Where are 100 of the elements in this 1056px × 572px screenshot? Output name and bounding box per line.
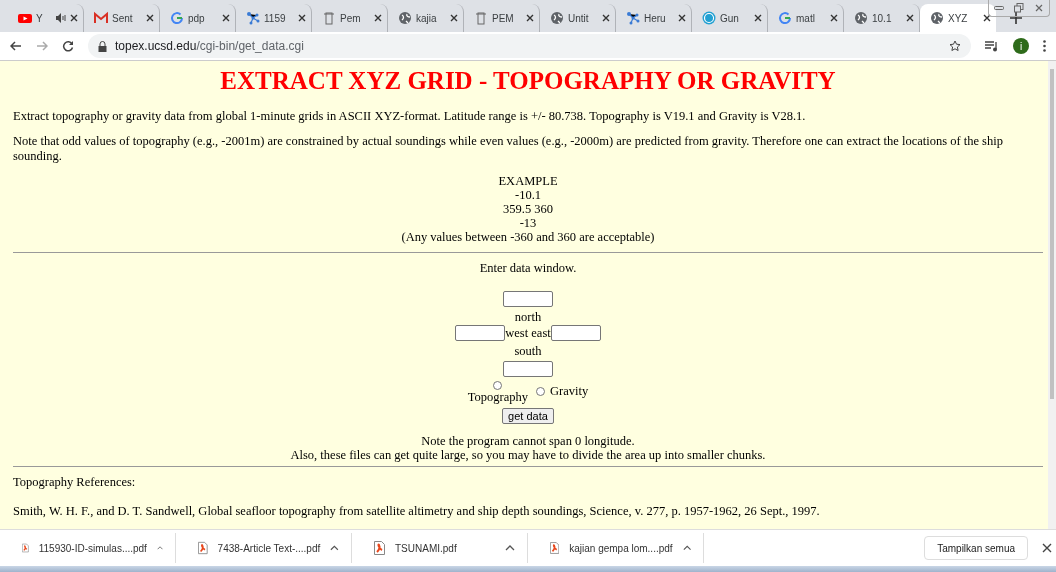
show-all-button[interactable]: Tampilkan semua	[924, 536, 1028, 560]
west-field[interactable]	[455, 325, 506, 341]
intro-text: Extract topography or gravity data from global 1-minute grids in ASCII XYZ-format. Latitude range is +/- 80.738. Topography is V19.1 and Gravity is V28.1.	[13, 109, 807, 124]
minimize-icon[interactable]	[994, 5, 1004, 11]
get-data-button[interactable]: get data	[502, 408, 554, 424]
note-line: Note the program cannot span 0 longitude.	[421, 434, 635, 448]
star-icon[interactable]	[949, 40, 961, 52]
browser-tab[interactable]: kajia	[388, 4, 464, 32]
media-queue-icon[interactable]	[985, 40, 999, 52]
wordpress-icon	[702, 11, 716, 25]
browser-tab[interactable]: PEM	[464, 4, 540, 32]
browser-tab[interactable]: Gun	[692, 4, 768, 32]
west-east-label: west east	[505, 326, 551, 340]
g-logo-icon	[778, 11, 792, 25]
caret-icon[interactable]	[330, 545, 339, 551]
tab-title: Sent	[112, 12, 133, 24]
radio-button[interactable]	[536, 386, 545, 396]
close-icon[interactable]	[298, 14, 306, 22]
close-icon[interactable]	[70, 14, 78, 22]
tab-title: PEM	[492, 12, 514, 24]
tab-title: XYZ	[948, 12, 968, 24]
example-line: EXAMPLE	[498, 174, 558, 188]
reload-icon[interactable]	[62, 40, 74, 52]
menu-icon[interactable]	[1043, 40, 1046, 52]
note-line: Also, these files can get quite large, so you may have to divide the area up into smaller chunks.	[290, 448, 766, 462]
pdf-file-icon	[550, 541, 560, 555]
download-item[interactable]: 7438-Article Text-....pdf	[176, 533, 352, 563]
address-bar[interactable]: topex.ucsd.edu/cgi-bin/get_data.cgi	[88, 34, 971, 58]
tab-title: Gun	[720, 12, 739, 24]
reference-text: Smith, W. H. F., and D. T. Sandwell, Global seafloor topography from satellite altimetry and ship depth soundings, Science, v. 277, p. 1957-1962, 26 Sept., 1997.	[13, 504, 821, 519]
pdf-file-icon	[22, 541, 29, 555]
letter-m-icon	[94, 11, 108, 25]
close-icon[interactable]	[678, 14, 686, 22]
north-label: north	[514, 310, 542, 324]
example-line: -10.1	[514, 188, 541, 202]
close-icon[interactable]	[450, 14, 458, 22]
references-heading: Topography References:	[13, 475, 137, 490]
close-icon[interactable]	[374, 14, 382, 22]
g-logo-icon	[170, 11, 184, 25]
globe-icon	[930, 11, 944, 25]
south-field[interactable]	[503, 361, 553, 377]
tab-title: 10.1	[872, 12, 892, 24]
tab-title: kajia	[416, 12, 437, 24]
globe-icon	[398, 11, 412, 25]
form-heading: Enter data window.	[479, 261, 577, 275]
note-text: Note that odd values of topography (e.g., -2001m) are constrained by actual soundings while even values (e.g., -2000m) are predicted from gravity. Therefore one can extract the locations of the ship sounding.	[13, 134, 1004, 164]
close-icon[interactable]	[526, 14, 534, 22]
browser-tab[interactable]: Sent	[84, 4, 160, 32]
browser-tab[interactable]: Pem	[312, 4, 388, 32]
network-icon	[626, 11, 640, 25]
browser-tab[interactable]: pdp	[160, 4, 236, 32]
radio-button[interactable]	[493, 381, 503, 390]
browser-tab[interactable]: Y	[8, 4, 84, 32]
tab-title: matl	[796, 12, 815, 24]
browser-tab[interactable]: Heru	[616, 4, 692, 32]
back-icon[interactable]	[10, 40, 22, 52]
download-item[interactable]: 115930-ID-simulas....pdf	[0, 533, 176, 563]
browser-tab[interactable]: XYZ	[920, 4, 996, 32]
close-icon[interactable]	[602, 14, 610, 22]
tab-title: Heru	[644, 12, 666, 24]
north-field[interactable]	[503, 291, 553, 307]
example-line: (Any values between -360 and 360 are acceptable)	[401, 230, 655, 244]
network-icon	[246, 11, 260, 25]
lock-icon	[98, 40, 107, 52]
east-field[interactable]	[550, 325, 601, 341]
example-line: 359.5 360	[503, 202, 553, 216]
globe-icon	[854, 11, 868, 25]
pdf-file-icon	[374, 541, 385, 555]
close-icon[interactable]	[754, 14, 762, 22]
close-icon[interactable]	[222, 14, 230, 22]
close-icon[interactable]	[906, 14, 914, 22]
south-label: south	[514, 344, 542, 358]
caret-icon[interactable]	[156, 545, 163, 551]
close-icon[interactable]	[983, 14, 991, 22]
play-icon	[18, 11, 32, 25]
tab-title: Y	[36, 12, 43, 24]
close-icon[interactable]	[1042, 543, 1052, 553]
caret-icon[interactable]	[505, 545, 515, 551]
speaker-icon[interactable]	[56, 13, 66, 23]
browser-tab[interactable]: matl	[768, 4, 844, 32]
profile-avatar[interactable]: i	[1013, 38, 1029, 54]
caret-icon[interactable]	[682, 545, 691, 551]
browser-tab[interactable]: Untit	[540, 4, 616, 32]
tab-title: Untit	[568, 12, 589, 24]
browser-tab[interactable]: 1159	[236, 4, 312, 32]
pdf-file-icon	[198, 541, 208, 555]
close-icon[interactable]	[830, 14, 838, 22]
download-item[interactable]: kajian gempa lom....pdf	[528, 533, 704, 563]
tab-title: Pem	[340, 12, 361, 24]
scrollbar-thumb[interactable]	[1050, 69, 1054, 399]
new-tab-icon[interactable]	[1010, 12, 1022, 24]
close-icon[interactable]	[146, 14, 154, 22]
radio-label: Topography	[467, 390, 528, 404]
tab-title: pdp	[188, 12, 205, 24]
tab-title: 1159	[264, 12, 286, 24]
radio-label: Gravity	[550, 384, 589, 398]
globe-icon	[550, 11, 564, 25]
example-line: -13	[519, 216, 537, 230]
restore-icon[interactable]	[1014, 3, 1024, 13]
download-item[interactable]: TSUNAMI.pdf	[352, 533, 528, 563]
